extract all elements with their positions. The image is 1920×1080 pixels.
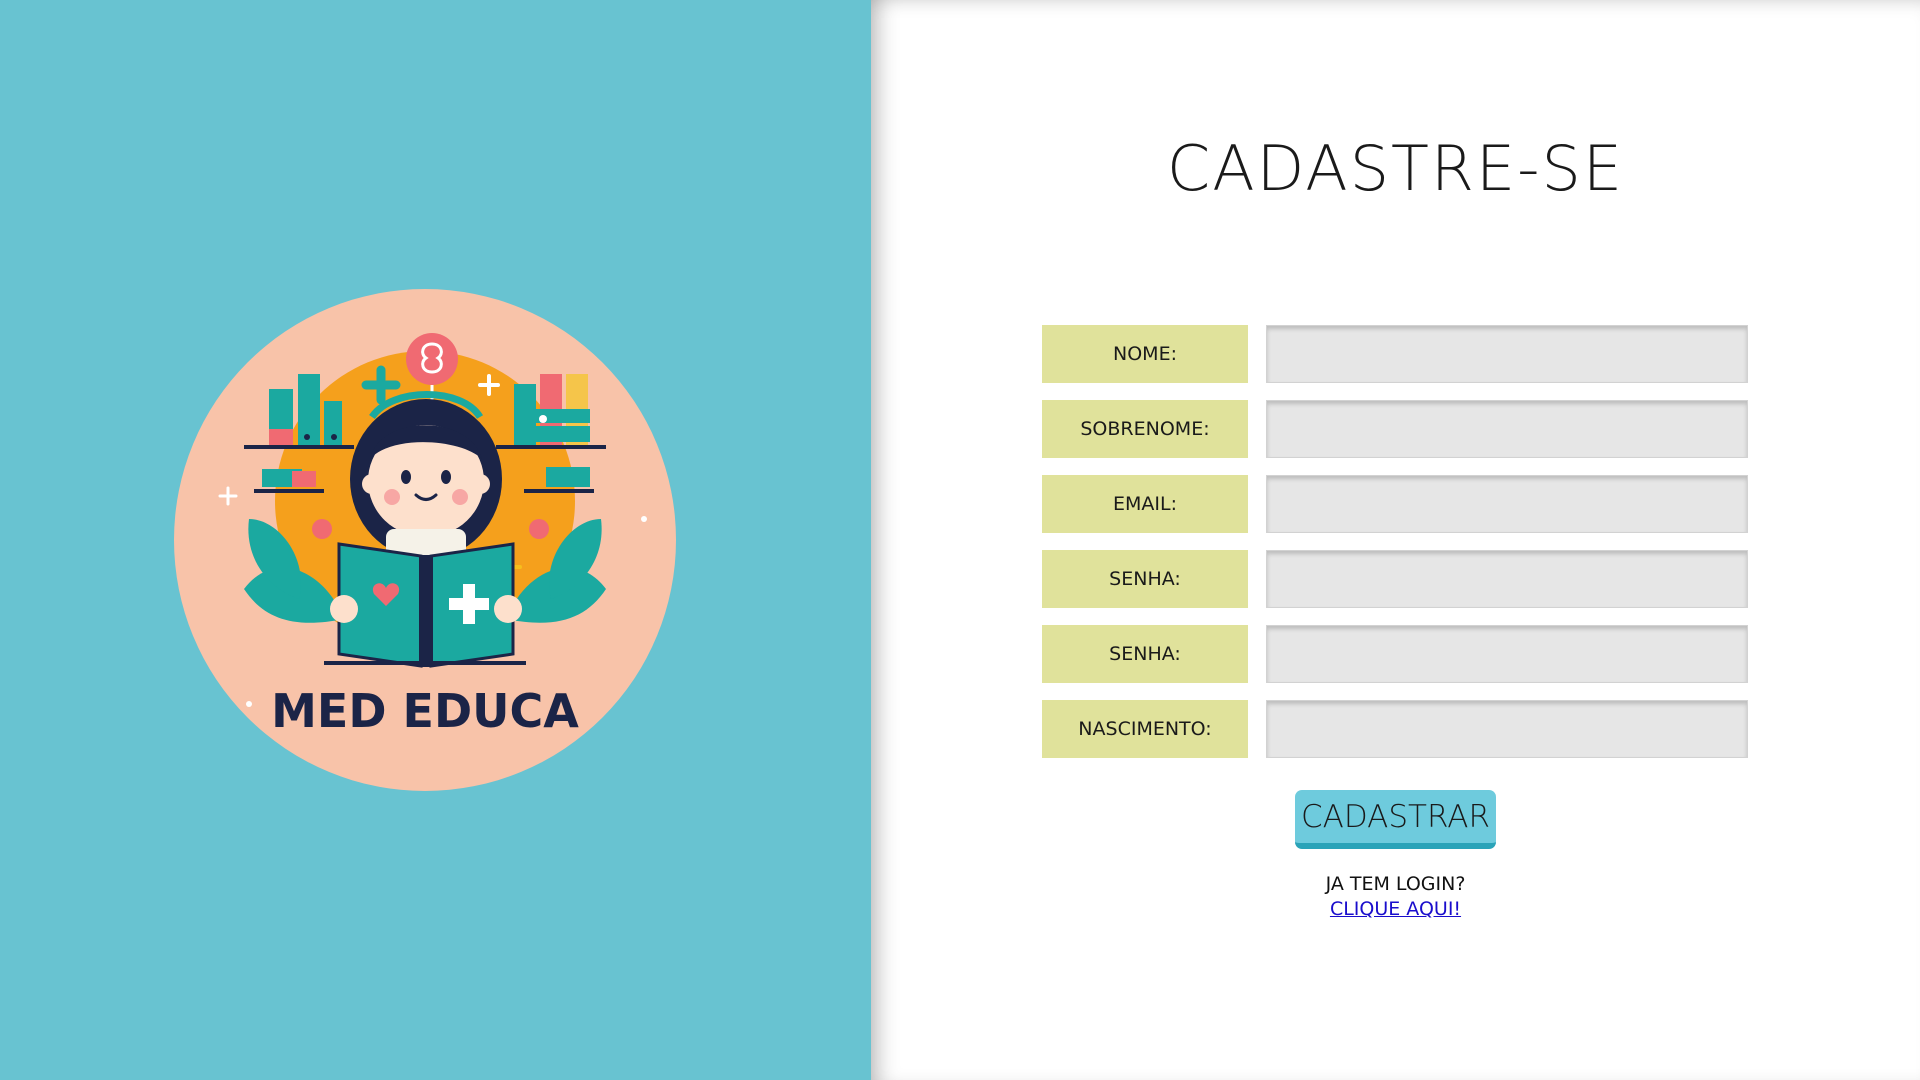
- nascimento-label: NASCIMENTO:: [1042, 700, 1248, 758]
- senha-confirm-input[interactable]: [1266, 625, 1748, 683]
- girl-reading-medical-book-icon: MED EDUCA: [174, 289, 676, 791]
- med-educa-logo: MED EDUCA: [174, 289, 676, 791]
- sobrenome-label: SOBRENOME:: [1042, 400, 1248, 458]
- page-title: CADASTRE-SE: [1166, 132, 1625, 205]
- form-row-sobrenome: SOBRENOME:: [1042, 400, 1748, 458]
- senha-confirm-label: SENHA:: [1042, 625, 1248, 683]
- login-prompt: JA TEM LOGIN? CLIQUE AQUI!: [871, 872, 1920, 922]
- email-input[interactable]: [1266, 475, 1748, 533]
- login-prompt-text: JA TEM LOGIN?: [1325, 873, 1466, 895]
- form-row-senha-confirm: SENHA:: [1042, 625, 1748, 683]
- signup-panel: CADASTRE-SE NOME: SOBRENOME: EMAIL: SENH…: [871, 0, 1920, 1080]
- cadastrar-button[interactable]: CADASTRAR: [1295, 790, 1496, 849]
- email-label: EMAIL:: [1042, 475, 1248, 533]
- nascimento-input[interactable]: [1266, 700, 1748, 758]
- form-row-email: EMAIL:: [1042, 475, 1748, 533]
- senha-input[interactable]: [1266, 550, 1748, 608]
- senha-label: SENHA:: [1042, 550, 1248, 608]
- sobrenome-input[interactable]: [1266, 400, 1748, 458]
- logo-text: MED EDUCA: [271, 684, 579, 738]
- form-row-nome: NOME:: [1042, 325, 1748, 383]
- brand-panel: MED EDUCA: [0, 0, 871, 1080]
- login-link[interactable]: CLIQUE AQUI!: [1330, 898, 1461, 920]
- nome-label: NOME:: [1042, 325, 1248, 383]
- form-row-nascimento: NASCIMENTO:: [1042, 700, 1748, 758]
- form-row-senha: SENHA:: [1042, 550, 1748, 608]
- nome-input[interactable]: [1266, 325, 1748, 383]
